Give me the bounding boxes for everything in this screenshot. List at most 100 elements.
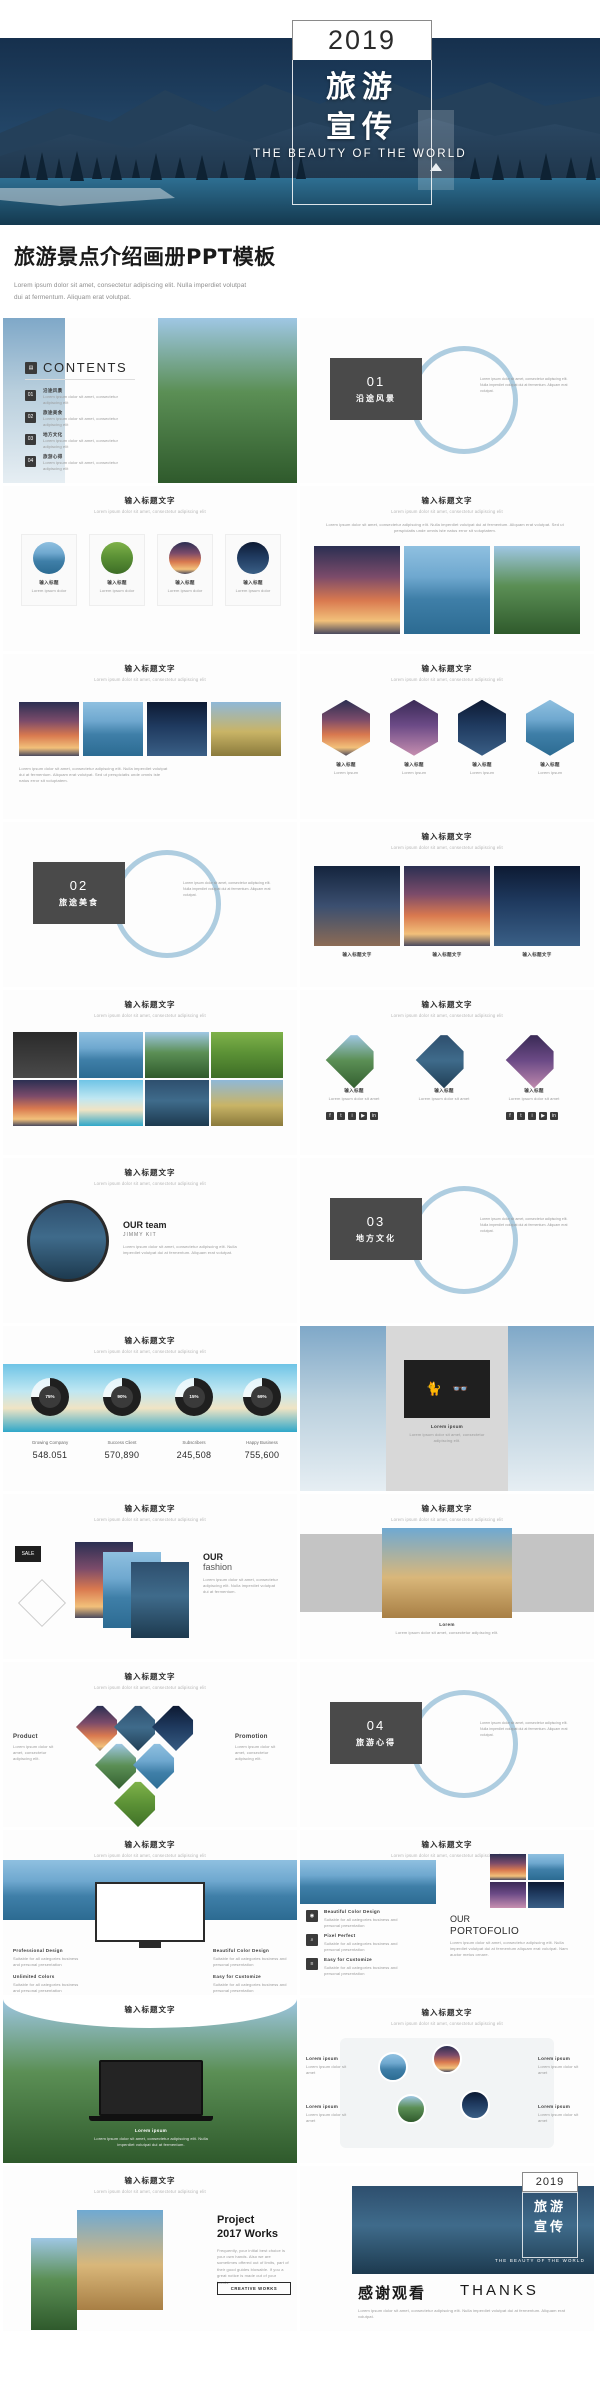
slide-colosseum[interactable]: 输入标题文字 Lorem ipsum dolor sit amet, conse… [300, 1493, 594, 1659]
slide-contents[interactable]: ▤ CONTENTS 01 沿途风景 Lorem ipsum dolor sit… [3, 317, 297, 483]
slide-project[interactable]: 输入标题文字 Lorem ipsum dolor sit amet, conse… [3, 2165, 297, 2331]
contents-item-icon-2: 02 [25, 411, 36, 423]
search-icon: ⌕ [306, 1933, 318, 1946]
slide-title: 输入标题文字 [124, 1335, 176, 1345]
photo [528, 1881, 564, 1908]
slide-title: 输入标题文字 [124, 663, 176, 673]
slide-circles-map[interactable]: 输入标题文字 Lorem ipsum dolor sit amet, conse… [300, 1997, 594, 2163]
donut-chart-4: 69% [243, 1377, 281, 1416]
team-text: OUR team JIMMY KIT Lorem ipsum dolor sit… [123, 1220, 253, 1257]
slide-header: 输入标题文字 Lorem ipsum dolor sit amet, conse… [3, 1167, 297, 1186]
slide-subtitle: Lorem ipsum dolor sit amet, consectetur … [94, 508, 206, 514]
slide-fashion[interactable]: 输入标题文字 Lorem ipsum dolor sit amet, conse… [3, 1493, 297, 1659]
slide-night-photos[interactable]: 输入标题文字 Lorem ipsum dolor sit amet, conse… [300, 821, 594, 987]
slide-title: 输入标题文字 [421, 831, 473, 841]
linkedin-icon[interactable]: in [550, 1111, 558, 1120]
contents-item-3[interactable]: 地方文化 Lorem ipsum dolor sit amet, consect… [43, 432, 128, 451]
project-desc: Frequently, your initial best choice is … [217, 2247, 289, 2285]
donut-chart-3: 15% [175, 1377, 213, 1416]
slide-header: 输入标题文字 Lorem ipsum dolor sit amet, conse… [3, 2175, 297, 2194]
diamond-label: 输入标题 [524, 1087, 544, 1093]
diamond-label: 输入标题 [434, 1087, 454, 1093]
slide-photo-strip[interactable]: 输入标题文字 Lorem ipsum dolor sit amet, conse… [3, 653, 297, 819]
facebook-icon[interactable]: f [326, 1111, 334, 1120]
slide-our-team[interactable]: 输入标题文字 Lorem ipsum dolor sit amet, conse… [3, 1157, 297, 1323]
slide-laptop[interactable]: 输入标题文字 Lorem ipsum Lorem ipsum dolor sit… [3, 1997, 297, 2163]
section-label: 旅途美食 [59, 897, 99, 907]
slide-section-04[interactable]: 04 旅游心得 Lorem ipsum dolor sit amet, cons… [300, 1661, 594, 1827]
slide-thanks[interactable]: 2019 旅游 宣传 THE BEAUTY OF THE WORLD 感谢观看 … [300, 2165, 594, 2331]
feature-label: Professional Design [13, 1947, 63, 1953]
slide-header: 输入标题文字 Lorem ipsum dolor sit amet, conse… [300, 999, 594, 1018]
slide-title: 输入标题文字 [421, 495, 473, 505]
slide-header: 输入标题文字 [3, 2004, 297, 2015]
photo-hex [526, 699, 574, 756]
slide-section-02[interactable]: 02 旅途美食 Lorem ipsum dolor sit amet, cons… [3, 821, 297, 987]
photo [314, 865, 400, 946]
slide-device-mockup[interactable]: 输入标题文字 Lorem ipsum dolor sit amet, conse… [3, 1829, 297, 1995]
hex-sub: Lorem ipsum [469, 769, 495, 775]
feature-label: Unlimited Colors [13, 1973, 55, 1979]
slide-hex-row[interactable]: 输入标题文字 Lorem ipsum dolor sit amet, conse… [300, 653, 594, 819]
card-label: 输入标题 [39, 579, 59, 585]
slide-header: 输入标题文字 Lorem ipsum dolor sit amet, conse… [300, 831, 594, 850]
contents-item-desc: Lorem ipsum dolor sit amet, consectetur … [43, 415, 119, 428]
section-badge: 02 旅途美食 [33, 861, 125, 924]
section-badge: 03 地方文化 [330, 1197, 422, 1260]
feature-label: Easy for Customize [213, 1973, 262, 1979]
twitter-icon[interactable]: t [517, 1111, 525, 1120]
contents-item-2[interactable]: 旅途美食 Lorem ipsum dolor sit amet, consect… [43, 410, 128, 429]
contents-item-4[interactable]: 旅游心得 Lorem ipsum dolor sit amet, consect… [43, 454, 128, 473]
triangle-up-icon [430, 163, 442, 171]
thanks-en: THANKS [460, 2281, 539, 2299]
feature-desc: Suitable for all categories business and… [213, 1955, 287, 1968]
slide-three-photos[interactable]: 输入标题文字 Lorem ipsum dolor sit amet, conse… [300, 485, 594, 651]
twitter-icon[interactable]: t [337, 1111, 345, 1120]
fashion-title: OUR [203, 1551, 223, 1562]
section-number: 02 [69, 877, 89, 893]
slide-header: 输入标题文字 Lorem ipsum dolor sit amet, conse… [300, 495, 594, 514]
hero-title-line1: 旅游 [326, 71, 398, 104]
slide-photo-mosaic[interactable]: 输入标题文字 Lorem ipsum dolor sit amet, conse… [3, 989, 297, 1155]
hex-sub: Lorem ipsum [401, 769, 427, 775]
instagram-icon[interactable]: i [348, 1111, 356, 1120]
slide-product-promotion[interactable]: 输入标题文字 Lorem ipsum dolor sit amet, conse… [3, 1661, 297, 1827]
slide-four-circles[interactable]: 输入标题文字 Lorem ipsum dolor sit amet, conse… [3, 485, 297, 651]
photo [494, 865, 580, 946]
slide-header: 输入标题文字 Lorem ipsum dolor sit amet, conse… [3, 1335, 297, 1354]
contents-title: CONTENTS [43, 359, 128, 375]
slide-section-03[interactable]: 03 地方文化 Lorem ipsum dolor sit amet, cons… [300, 1157, 594, 1323]
slide-stats[interactable]: 输入标题文字 Lorem ipsum dolor sit amet, conse… [3, 1325, 297, 1491]
donut-value: 75% [39, 1385, 61, 1408]
donut-value: 15% [183, 1385, 205, 1408]
instagram-icon[interactable]: i [528, 1111, 536, 1120]
contents-item-icon-3: 03 [25, 433, 36, 445]
laptop-desc: Lorem ipsum dolor sit amet, consectetur … [94, 2135, 208, 2148]
contents-item-1[interactable]: 沿途风景 Lorem ipsum dolor sit amet, consect… [43, 388, 128, 407]
social-icons-right[interactable]: f t i ▶ in [506, 1111, 558, 1120]
linkedin-icon[interactable]: in [370, 1111, 378, 1120]
social-icons-left[interactable]: f t i ▶ in [326, 1111, 378, 1120]
photo [31, 2237, 77, 2330]
youtube-icon[interactable]: ▶ [539, 1111, 547, 1120]
section-desc: Lorem ipsum dolor sit amet, consectetur … [183, 880, 271, 897]
hero-year: 2019 [327, 25, 397, 55]
diamond-label: 输入标题 [344, 1087, 364, 1093]
ring-decor [410, 1689, 518, 1798]
hex-label: 输入标题 [472, 761, 492, 767]
stat-label: Subscribers [182, 1439, 206, 1445]
facebook-icon[interactable]: f [506, 1111, 514, 1120]
promotion-desc: Lorem ipsum dolor sit amet, consectetur … [235, 1743, 276, 1762]
map-item-desc: Lorem ipsum dolor sit amet [306, 2111, 347, 2124]
slide-cube[interactable]: 🐈 👓 Lorem ipsum Lorem ipsum dolor sit am… [300, 1325, 594, 1491]
slide-diamond-social[interactable]: 输入标题文字 Lorem ipsum dolor sit amet, conse… [300, 989, 594, 1155]
creative-works-button[interactable]: CREATIVE WORKS [217, 2281, 291, 2295]
laptop-base [89, 2115, 213, 2121]
cat-icon: 🐈 [425, 1380, 442, 1396]
map-photo-circle [432, 2043, 462, 2074]
slide-portfolio[interactable]: 输入标题文字 Lorem ipsum dolor sit amet, conse… [300, 1829, 594, 1995]
team-title: OUR team [123, 1219, 167, 1230]
youtube-icon[interactable]: ▶ [359, 1111, 367, 1120]
slide-section-01[interactable]: 01 沿途风景 Lorem ipsum dolor sit amet, cons… [300, 317, 594, 483]
thanks-subtitle: THE BEAUTY OF THE WORLD [495, 2257, 585, 2263]
